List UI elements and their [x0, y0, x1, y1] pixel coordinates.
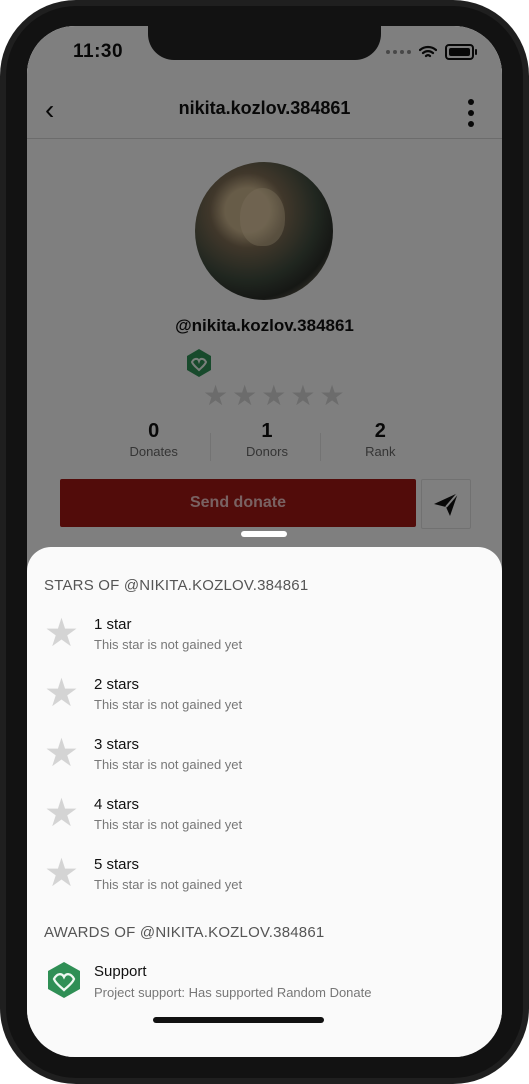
stars-section-title: STARS OF @NIKITA.KOZLOV.384861 — [44, 577, 309, 594]
star-list-item: ★ 1 star This star is not gained yet — [44, 612, 474, 672]
star-icon: ★ — [44, 612, 79, 655]
star-title: 5 stars — [94, 856, 140, 873]
star-list-item: ★ 2 stars This star is not gained yet — [44, 672, 474, 732]
award-title: Support — [94, 963, 147, 980]
phone-frame: 11:30 ‹ nikita.kozlov.384861 @nikita.koz… — [0, 0, 529, 1084]
support-award-icon — [48, 962, 80, 998]
star-title: 1 star — [94, 616, 132, 633]
star-icon: ★ — [44, 792, 79, 835]
star-status: This star is not gained yet — [94, 817, 243, 832]
star-list-item: ★ 5 stars This star is not gained yet — [44, 852, 474, 912]
star-list-item: ★ 4 stars This star is not gained yet — [44, 792, 474, 852]
star-icon: ★ — [44, 672, 79, 715]
star-status: This star is not gained yet — [94, 877, 243, 892]
phone-notch — [148, 26, 381, 60]
sheet-drag-handle[interactable] — [241, 531, 287, 537]
award-description: Project support: Has supported Random Do… — [94, 985, 372, 1000]
home-indicator[interactable] — [153, 1017, 324, 1023]
star-icon: ★ — [44, 852, 79, 895]
star-status: This star is not gained yet — [94, 757, 243, 772]
star-title: 4 stars — [94, 796, 140, 813]
star-status: This star is not gained yet — [94, 697, 243, 712]
star-status: This star is not gained yet — [94, 637, 243, 652]
star-title: 2 stars — [94, 676, 140, 693]
awards-section-title: AWARDS OF @NIKITA.KOZLOV.384861 — [44, 924, 325, 941]
star-title: 3 stars — [94, 736, 140, 753]
stars-bottom-sheet: STARS OF @NIKITA.KOZLOV.384861 ★ 1 star … — [27, 547, 502, 1057]
star-list-item: ★ 3 stars This star is not gained yet — [44, 732, 474, 792]
app-screen: 11:30 ‹ nikita.kozlov.384861 @nikita.koz… — [27, 26, 502, 1057]
star-icon: ★ — [44, 732, 79, 775]
